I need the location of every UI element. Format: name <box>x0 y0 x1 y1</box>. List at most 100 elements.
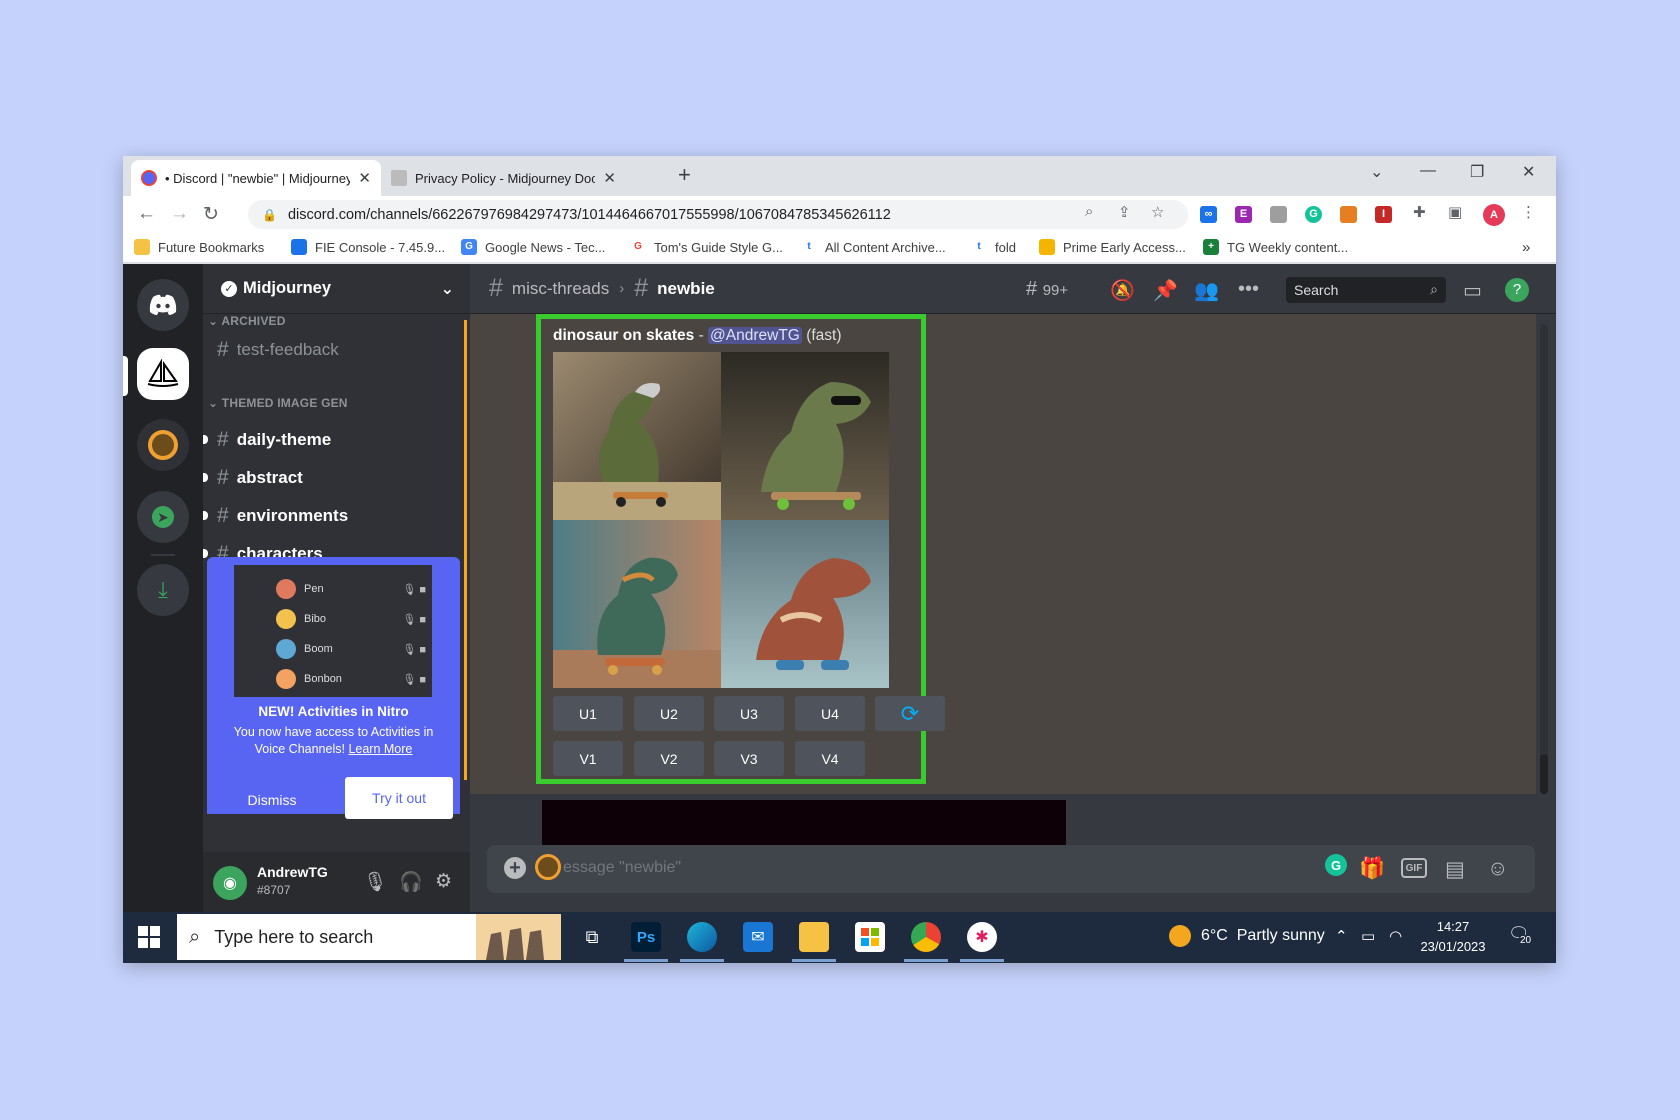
chevron-up-icon[interactable]: ⌃ <box>1335 927 1348 945</box>
channel-environments[interactable]: # environments <box>217 500 348 532</box>
variation-button-v4[interactable]: V4 <box>795 741 865 776</box>
tab-search-icon[interactable]: ⌄ <box>1370 162 1383 182</box>
inbox-icon[interactable]: ▭ <box>1463 278 1482 303</box>
zoom-icon[interactable]: ⌕ <box>1085 203 1093 220</box>
red-extension-icon[interactable]: I <box>1375 206 1392 223</box>
notification-center-icon[interactable]: 🗨 20 <box>1508 924 1533 946</box>
more-bookmarks-icon[interactable]: » <box>1522 239 1530 256</box>
grammarly-icon[interactable]: G <box>1325 854 1347 876</box>
image-grid[interactable] <box>553 352 889 688</box>
reroll-button[interactable]: ⟳ <box>875 696 945 731</box>
bookmark-item[interactable]: Prime Early Access... <box>1039 239 1186 255</box>
pin-icon[interactable]: 📌 <box>1153 278 1178 303</box>
tab-privacy-policy[interactable]: Privacy Policy - Midjourney Docu ✕ <box>381 160 626 196</box>
wifi-icon[interactable]: ◠ <box>1389 927 1402 945</box>
sticker-icon[interactable]: ▤ <box>1445 857 1465 882</box>
generated-image-2[interactable] <box>721 352 889 520</box>
star-icon[interactable]: ☆ <box>1151 203 1164 221</box>
dismiss-button[interactable]: Dismiss <box>217 780 327 820</box>
scrollbar-thumb[interactable] <box>1540 754 1548 794</box>
headphones-icon[interactable]: 🎧 <box>399 870 423 894</box>
restore-button[interactable]: ❐ <box>1470 162 1484 182</box>
photoshop-icon[interactable]: Ps <box>631 922 661 952</box>
bookmark-folder[interactable]: Future Bookmarks <box>134 239 264 255</box>
midjourney-server-icon[interactable] <box>137 348 189 400</box>
generated-image-4[interactable] <box>721 520 889 688</box>
edge-icon[interactable] <box>687 922 717 952</box>
category-themed-image-gen[interactable]: ⌄ THEMED IMAGE GEN <box>208 396 348 410</box>
server-icon-orange[interactable] <box>137 419 189 471</box>
battery-icon[interactable]: ▭ <box>1361 927 1375 945</box>
forward-icon[interactable]: → <box>170 203 189 225</box>
user-avatar[interactable]: ◉ <box>213 866 247 900</box>
tab-discord[interactable]: • Discord | "newbie" | Midjourney ✕ <box>131 160 381 196</box>
minimize-button[interactable]: — <box>1420 162 1436 180</box>
grammarly-extension-icon[interactable]: G <box>1305 206 1322 223</box>
file-explorer-icon[interactable] <box>799 922 829 952</box>
variation-button-v1[interactable]: V1 <box>553 741 623 776</box>
chevron-down-icon[interactable]: ⌄ <box>441 279 454 299</box>
upscale-button-u4[interactable]: U4 <box>795 696 865 731</box>
category-archived[interactable]: ⌄ ARCHIVED <box>208 314 286 328</box>
puzzle-extensions-icon[interactable]: ✚ <box>1413 203 1426 221</box>
generated-image-3[interactable] <box>553 520 721 688</box>
upscale-button-u2[interactable]: U2 <box>634 696 704 731</box>
threads-icon[interactable]: # 99+ <box>1026 278 1068 301</box>
share-icon[interactable]: ⇪ <box>1118 203 1131 221</box>
weather-widget[interactable]: 6°C Partly sunny <box>1169 925 1325 947</box>
add-attachment-icon[interactable]: + <box>504 857 526 879</box>
upscale-button-u3[interactable]: U3 <box>714 696 784 731</box>
bookmark-item[interactable]: G Tom's Guide Style G... <box>630 239 783 255</box>
new-tab-button[interactable]: + <box>678 162 691 188</box>
generated-image-1[interactable] <box>553 352 721 520</box>
gif-button[interactable]: GIF <box>1401 858 1427 878</box>
orange-extension-icon[interactable] <box>1340 206 1357 223</box>
close-icon[interactable]: ✕ <box>358 169 371 187</box>
channel-test-feedback[interactable]: # test-feedback <box>217 334 339 366</box>
try-it-out-button[interactable]: Try it out <box>345 777 453 819</box>
learn-more-link[interactable]: Learn More <box>348 742 412 756</box>
mail-icon[interactable]: ✉ <box>743 922 773 952</box>
parent-channel[interactable]: misc-threads <box>512 279 609 299</box>
microsoft-store-icon[interactable] <box>855 922 885 952</box>
windows-start-icon[interactable] <box>138 926 160 948</box>
variation-button-v3[interactable]: V3 <box>714 741 784 776</box>
back-icon[interactable]: ← <box>137 203 156 225</box>
download-apps-icon[interactable]: ⤓ <box>137 564 189 616</box>
link-extension-icon[interactable]: ∞ <box>1200 206 1217 223</box>
explore-servers-icon[interactable]: ➤ <box>137 491 189 543</box>
bookmark-item[interactable]: t All Content Archive... <box>801 239 946 255</box>
address-bar[interactable]: 🔒 discord.com/channels/66226797698429747… <box>248 200 1188 229</box>
bookmark-item[interactable]: G Google News - Tec... <box>461 239 605 255</box>
upscale-button-u1[interactable]: U1 <box>553 696 623 731</box>
member-list-icon[interactable]: 👥 <box>1194 278 1219 303</box>
message-input[interactable]: essage "newbie" <box>563 859 681 877</box>
mute-icon[interactable]: 🎙 <box>363 870 387 894</box>
reload-icon[interactable]: ↻ <box>203 203 219 226</box>
user-mention[interactable]: @AndrewTG <box>708 327 802 344</box>
task-view-icon[interactable]: ⧉ <box>577 922 607 952</box>
bookmark-item[interactable]: + TG Weekly content... <box>1203 239 1348 255</box>
notification-muted-icon[interactable]: 🔕 <box>1110 278 1135 303</box>
profile-avatar[interactable]: A <box>1483 204 1505 226</box>
help-icon[interactable]: ? <box>1505 278 1529 302</box>
gift-icon[interactable]: 🎁 <box>1359 857 1385 881</box>
more-options-icon[interactable]: ••• <box>1238 278 1259 301</box>
search-input[interactable]: Search ⌕ <box>1286 277 1446 303</box>
grey-extension-icon[interactable] <box>1270 206 1287 223</box>
window-close-button[interactable]: ✕ <box>1522 162 1535 182</box>
bookmark-item[interactable]: FIE Console - 7.45.9... <box>291 239 445 255</box>
feed-scrollbar[interactable] <box>1540 324 1548 794</box>
sidebar-icon[interactable]: ▣ <box>1448 203 1462 221</box>
bookmark-item[interactable]: t fold <box>971 239 1016 255</box>
variation-button-v2[interactable]: V2 <box>634 741 704 776</box>
slack-icon[interactable]: ✱ <box>967 922 997 952</box>
discord-home-icon[interactable] <box>137 279 189 331</box>
system-clock[interactable]: 14:27 23/01/2023 <box>1413 917 1493 957</box>
close-icon[interactable]: ✕ <box>603 169 616 187</box>
channel-abstract[interactable]: # abstract <box>217 462 303 494</box>
settings-gear-icon[interactable]: ⚙ <box>435 870 452 893</box>
chrome-icon[interactable] <box>911 922 941 952</box>
e-extension-icon[interactable]: E <box>1235 206 1252 223</box>
server-header[interactable]: ✓ Midjourney ⌄ <box>203 264 470 314</box>
